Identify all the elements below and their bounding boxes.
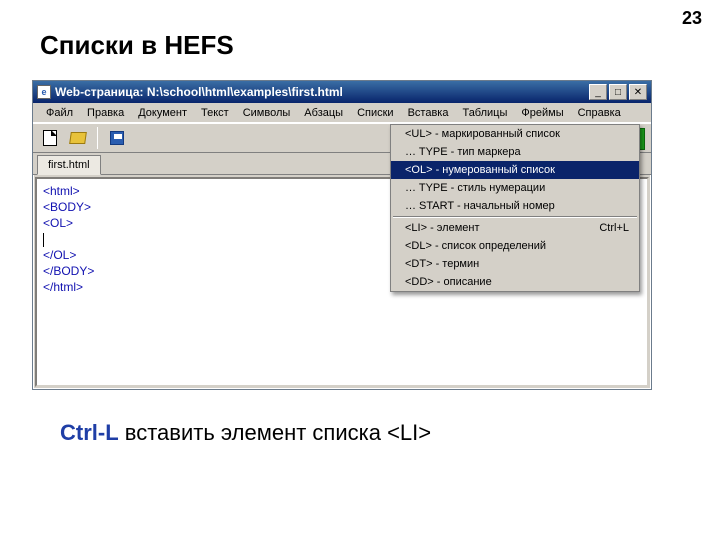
dd-li[interactable]: <LI> - элементCtrl+L bbox=[391, 219, 639, 237]
dd-ul[interactable]: <UL> - маркированный список bbox=[391, 125, 639, 143]
caption-text: вставить элемент списка <LI> bbox=[119, 420, 431, 445]
dd-dd[interactable]: <DD> - описание bbox=[391, 273, 639, 291]
save-button[interactable] bbox=[106, 127, 128, 149]
title-bar: e Web-страница: N:\school\html\examples\… bbox=[33, 81, 651, 103]
slide-title: Списки в HEFS bbox=[40, 30, 234, 61]
menu-text[interactable]: Текст bbox=[194, 105, 236, 121]
menu-file[interactable]: Файл bbox=[39, 105, 80, 121]
menu-tables[interactable]: Таблицы bbox=[455, 105, 514, 121]
menu-edit[interactable]: Правка bbox=[80, 105, 131, 121]
maximize-button[interactable]: □ bbox=[609, 84, 627, 100]
menu-frames[interactable]: Фреймы bbox=[514, 105, 570, 121]
menu-bar: Файл Правка Документ Текст Символы Абзац… bbox=[33, 103, 651, 123]
new-file-button[interactable] bbox=[39, 127, 61, 149]
open-folder-icon bbox=[69, 132, 87, 144]
menu-document[interactable]: Документ bbox=[131, 105, 194, 121]
text-caret bbox=[43, 233, 44, 247]
menu-help[interactable]: Справка bbox=[571, 105, 628, 121]
save-icon bbox=[110, 131, 124, 145]
lists-dropdown-menu: <UL> - маркированный список … TYPE - тип… bbox=[390, 124, 640, 292]
dd-ol-start[interactable]: … START - начальный номер bbox=[391, 197, 639, 215]
menu-symbols[interactable]: Символы bbox=[236, 105, 298, 121]
minimize-button[interactable]: _ bbox=[589, 84, 607, 100]
open-file-button[interactable] bbox=[67, 127, 89, 149]
slide-number: 23 bbox=[682, 8, 702, 29]
menu-lists[interactable]: Списки bbox=[350, 105, 401, 121]
toolbar-separator bbox=[97, 127, 98, 149]
new-file-icon bbox=[43, 130, 57, 146]
menu-insert[interactable]: Вставка bbox=[401, 105, 456, 121]
menu-paragraphs[interactable]: Абзацы bbox=[297, 105, 350, 121]
hotkey-label: Ctrl-L bbox=[60, 420, 119, 445]
dd-dt[interactable]: <DT> - термин bbox=[391, 255, 639, 273]
app-icon: e bbox=[37, 85, 51, 99]
dropdown-separator bbox=[393, 216, 637, 218]
dd-dl[interactable]: <DL> - список определений bbox=[391, 237, 639, 255]
window-title: Web-страница: N:\school\html\examples\fi… bbox=[55, 85, 589, 99]
caption: Ctrl-L вставить элемент списка <LI> bbox=[60, 420, 431, 446]
tab-file[interactable]: first.html bbox=[37, 155, 101, 175]
dd-ul-type[interactable]: … TYPE - тип маркера bbox=[391, 143, 639, 161]
close-button[interactable]: ✕ bbox=[629, 84, 647, 100]
dd-ol[interactable]: <OL> - нумерованный список bbox=[391, 161, 639, 179]
dd-ol-type[interactable]: … TYPE - стиль нумерации bbox=[391, 179, 639, 197]
